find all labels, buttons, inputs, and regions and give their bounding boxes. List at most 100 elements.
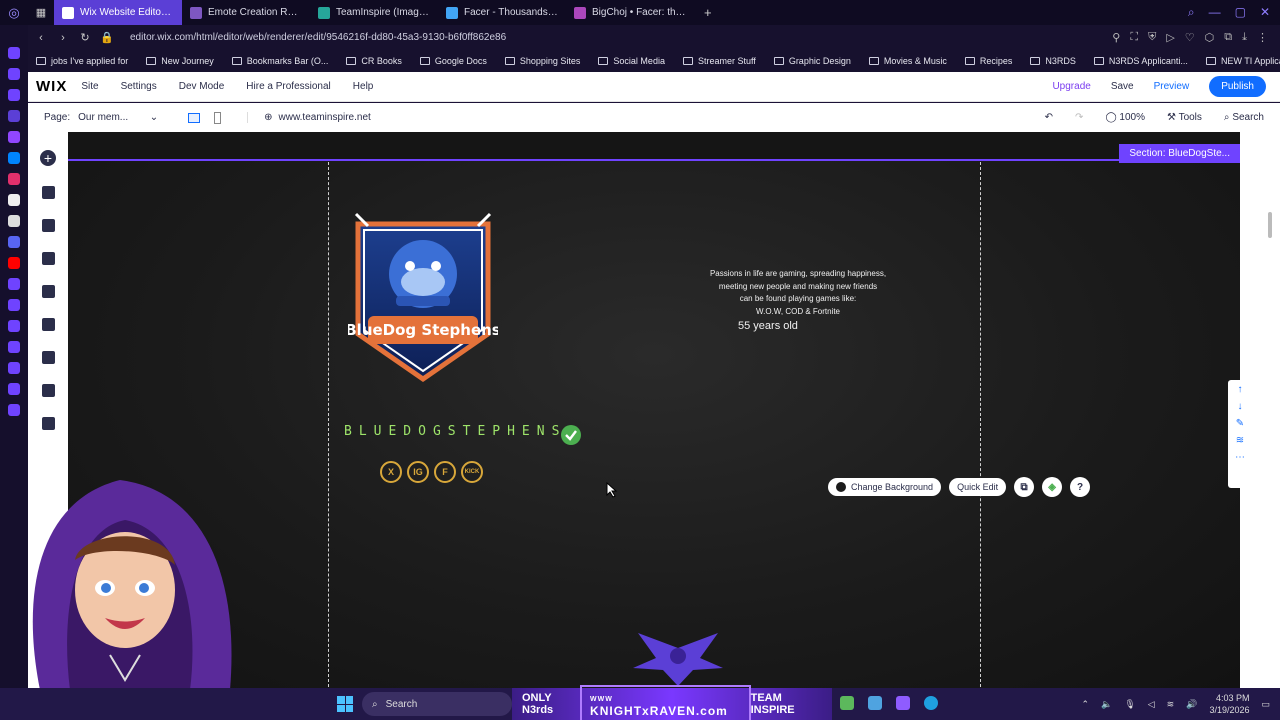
animation-icon[interactable]: ◈ bbox=[1042, 477, 1063, 497]
instagram-icon[interactable] bbox=[8, 173, 20, 185]
edge-icon[interactable] bbox=[924, 696, 938, 710]
xbox-icon[interactable] bbox=[840, 696, 854, 710]
minimize-icon[interactable]: — bbox=[1209, 5, 1221, 20]
news-icon[interactable] bbox=[8, 89, 20, 101]
download-icon[interactable] bbox=[8, 362, 20, 374]
twitch-icon[interactable] bbox=[8, 131, 20, 143]
more-icon[interactable]: ⋯ bbox=[1235, 452, 1245, 463]
chevron-up-icon[interactable]: ⌃ bbox=[1082, 699, 1090, 710]
undo-icon[interactable]: ↶ bbox=[1045, 112, 1053, 123]
age-text[interactable]: 55 years old bbox=[738, 320, 798, 332]
site-url[interactable]: ⊕ www.teaminspire.net bbox=[247, 112, 371, 123]
publish-button[interactable]: Publish bbox=[1209, 76, 1266, 97]
volume-level-icon[interactable]: 🔊 bbox=[1186, 699, 1197, 710]
menu-help[interactable]: Help bbox=[353, 81, 374, 92]
preview-button[interactable]: Preview bbox=[1154, 81, 1190, 92]
page-selector[interactable]: Our mem... ⌄ bbox=[78, 112, 158, 123]
bookmark-item[interactable]: Graphic Design bbox=[773, 56, 851, 66]
layers-icon[interactable]: ≋ bbox=[1236, 435, 1244, 446]
bookmark-item[interactable]: CR Books bbox=[346, 56, 402, 66]
bio-text[interactable]: Passions in life are gaming, spreading h… bbox=[698, 268, 898, 318]
bookmark-icon[interactable] bbox=[8, 68, 20, 80]
gamertag-text[interactable]: BLUEDOGSTEPHENS bbox=[344, 424, 566, 439]
reload-icon[interactable]: ↻ bbox=[76, 31, 94, 44]
zoom-control[interactable]: ◯ 100% bbox=[1105, 112, 1145, 123]
maximize-icon[interactable]: ▢ bbox=[1235, 5, 1246, 20]
home-icon[interactable] bbox=[8, 47, 20, 59]
x-social-icon[interactable]: X bbox=[380, 461, 402, 483]
tab-grid-icon[interactable]: ▦ bbox=[28, 6, 54, 19]
history-icon[interactable] bbox=[8, 341, 20, 353]
extensions-icon[interactable] bbox=[8, 383, 20, 395]
cube-icon[interactable]: ⬡ bbox=[1205, 31, 1215, 44]
close-icon[interactable]: ✕ bbox=[1260, 5, 1270, 20]
bookmark-item[interactable]: jobs I've applied for bbox=[36, 56, 128, 66]
clock[interactable]: 4:03 PM 3/19/2026 bbox=[1209, 692, 1249, 716]
bookmark-item[interactable]: Bookmarks Bar (O... bbox=[231, 56, 328, 66]
menu-hire-professional[interactable]: Hire a Professional bbox=[246, 81, 330, 92]
design-icon[interactable] bbox=[41, 252, 55, 265]
menu-settings[interactable]: Settings bbox=[121, 81, 157, 92]
extensions-icon[interactable]: ⧉ bbox=[1224, 31, 1232, 44]
sections-icon[interactable] bbox=[41, 186, 55, 199]
tab-emote-request[interactable]: Emote Creation Request bbox=[182, 0, 310, 25]
business-apps-icon[interactable] bbox=[41, 318, 55, 331]
bookmark-item[interactable]: New Journey bbox=[146, 56, 214, 66]
search-button[interactable]: ⌕ Search bbox=[1224, 112, 1264, 123]
bookmark-item[interactable]: NEW TI Application bbox=[1205, 56, 1280, 66]
bookmark-item[interactable]: N3RDS bbox=[1030, 56, 1076, 66]
heart-icon[interactable]: ♡ bbox=[1185, 31, 1195, 44]
more-icon[interactable]: ⋮ bbox=[1257, 31, 1268, 44]
portfolio-icon[interactable] bbox=[41, 417, 55, 430]
sidebar-icon[interactable] bbox=[8, 278, 20, 290]
notifications-icon[interactable]: ▭ bbox=[1261, 699, 1270, 710]
download-icon[interactable]: ⤓ bbox=[1242, 31, 1247, 44]
chatgpt-icon[interactable] bbox=[8, 110, 20, 122]
quick-edit-button[interactable]: Quick Edit bbox=[949, 478, 1007, 496]
facebook-social-icon[interactable]: F bbox=[434, 461, 456, 483]
mic-icon[interactable]: 🎙 bbox=[1124, 699, 1135, 710]
search-tabs-icon[interactable]: ⌕ bbox=[1188, 5, 1195, 20]
settings-icon[interactable] bbox=[8, 404, 20, 416]
app-icon[interactable] bbox=[896, 696, 910, 710]
bookmark-item[interactable]: N3RDS Applicanti... bbox=[1093, 56, 1188, 66]
url-field[interactable]: editor.wix.com/html/editor/web/renderer/… bbox=[130, 32, 506, 43]
wix-logo[interactable]: WIX bbox=[36, 78, 67, 95]
new-tab-button[interactable]: + bbox=[694, 5, 722, 20]
kick-social-icon[interactable]: KICK bbox=[461, 461, 483, 483]
tab-teaminspire[interactable]: TeamInspire (Images, Pos bbox=[310, 0, 438, 25]
change-background-button[interactable]: Change Background bbox=[828, 478, 942, 496]
heart-icon[interactable] bbox=[8, 299, 20, 311]
bookmark-item[interactable]: Recipes bbox=[964, 56, 1012, 66]
notepad-icon[interactable] bbox=[868, 696, 882, 710]
bookmark-item[interactable]: Social Media bbox=[598, 56, 665, 66]
bookmark-item[interactable]: Movies & Music bbox=[868, 56, 947, 66]
move-up-icon[interactable]: ↑ bbox=[1238, 384, 1243, 395]
menu-icon[interactable] bbox=[8, 320, 20, 332]
play-icon[interactable]: ▷ bbox=[1166, 31, 1174, 44]
shield-icon[interactable]: ⛨ bbox=[1148, 31, 1156, 44]
move-down-icon[interactable]: ↓ bbox=[1238, 401, 1243, 412]
help-icon[interactable]: ? bbox=[1070, 477, 1091, 497]
wifi-icon[interactable]: ≋ bbox=[1167, 699, 1175, 710]
discord-icon[interactable] bbox=[8, 236, 20, 248]
tools-button[interactable]: ⚒ Tools bbox=[1167, 112, 1202, 123]
tab-bigchoj[interactable]: BigChoj • Facer: the world bbox=[566, 0, 694, 25]
upgrade-button[interactable]: Upgrade bbox=[1052, 81, 1090, 92]
pin-icon[interactable]: ⚲ bbox=[1112, 31, 1120, 44]
back-icon[interactable]: ‹ bbox=[32, 32, 50, 44]
section-label[interactable]: Section: BlueDogSte... bbox=[1119, 144, 1240, 163]
mobile-icon[interactable] bbox=[214, 111, 222, 124]
instagram-social-icon[interactable]: IG bbox=[407, 461, 429, 483]
media-icon[interactable] bbox=[41, 351, 55, 364]
forward-icon[interactable]: › bbox=[54, 32, 72, 44]
tiktok-icon[interactable] bbox=[8, 194, 20, 206]
menu-dev-mode[interactable]: Dev Mode bbox=[179, 81, 225, 92]
cms-icon[interactable] bbox=[41, 384, 55, 397]
edit-icon[interactable]: ✎ bbox=[1236, 418, 1244, 429]
redo-icon[interactable]: ↷ bbox=[1075, 112, 1083, 123]
screenshot-icon[interactable]: ⛶ bbox=[1130, 31, 1138, 44]
browser-logo-icon[interactable]: ◎ bbox=[0, 5, 28, 21]
bookmark-item[interactable]: Streamer Stuff bbox=[682, 56, 756, 66]
save-button[interactable]: Save bbox=[1111, 81, 1134, 92]
